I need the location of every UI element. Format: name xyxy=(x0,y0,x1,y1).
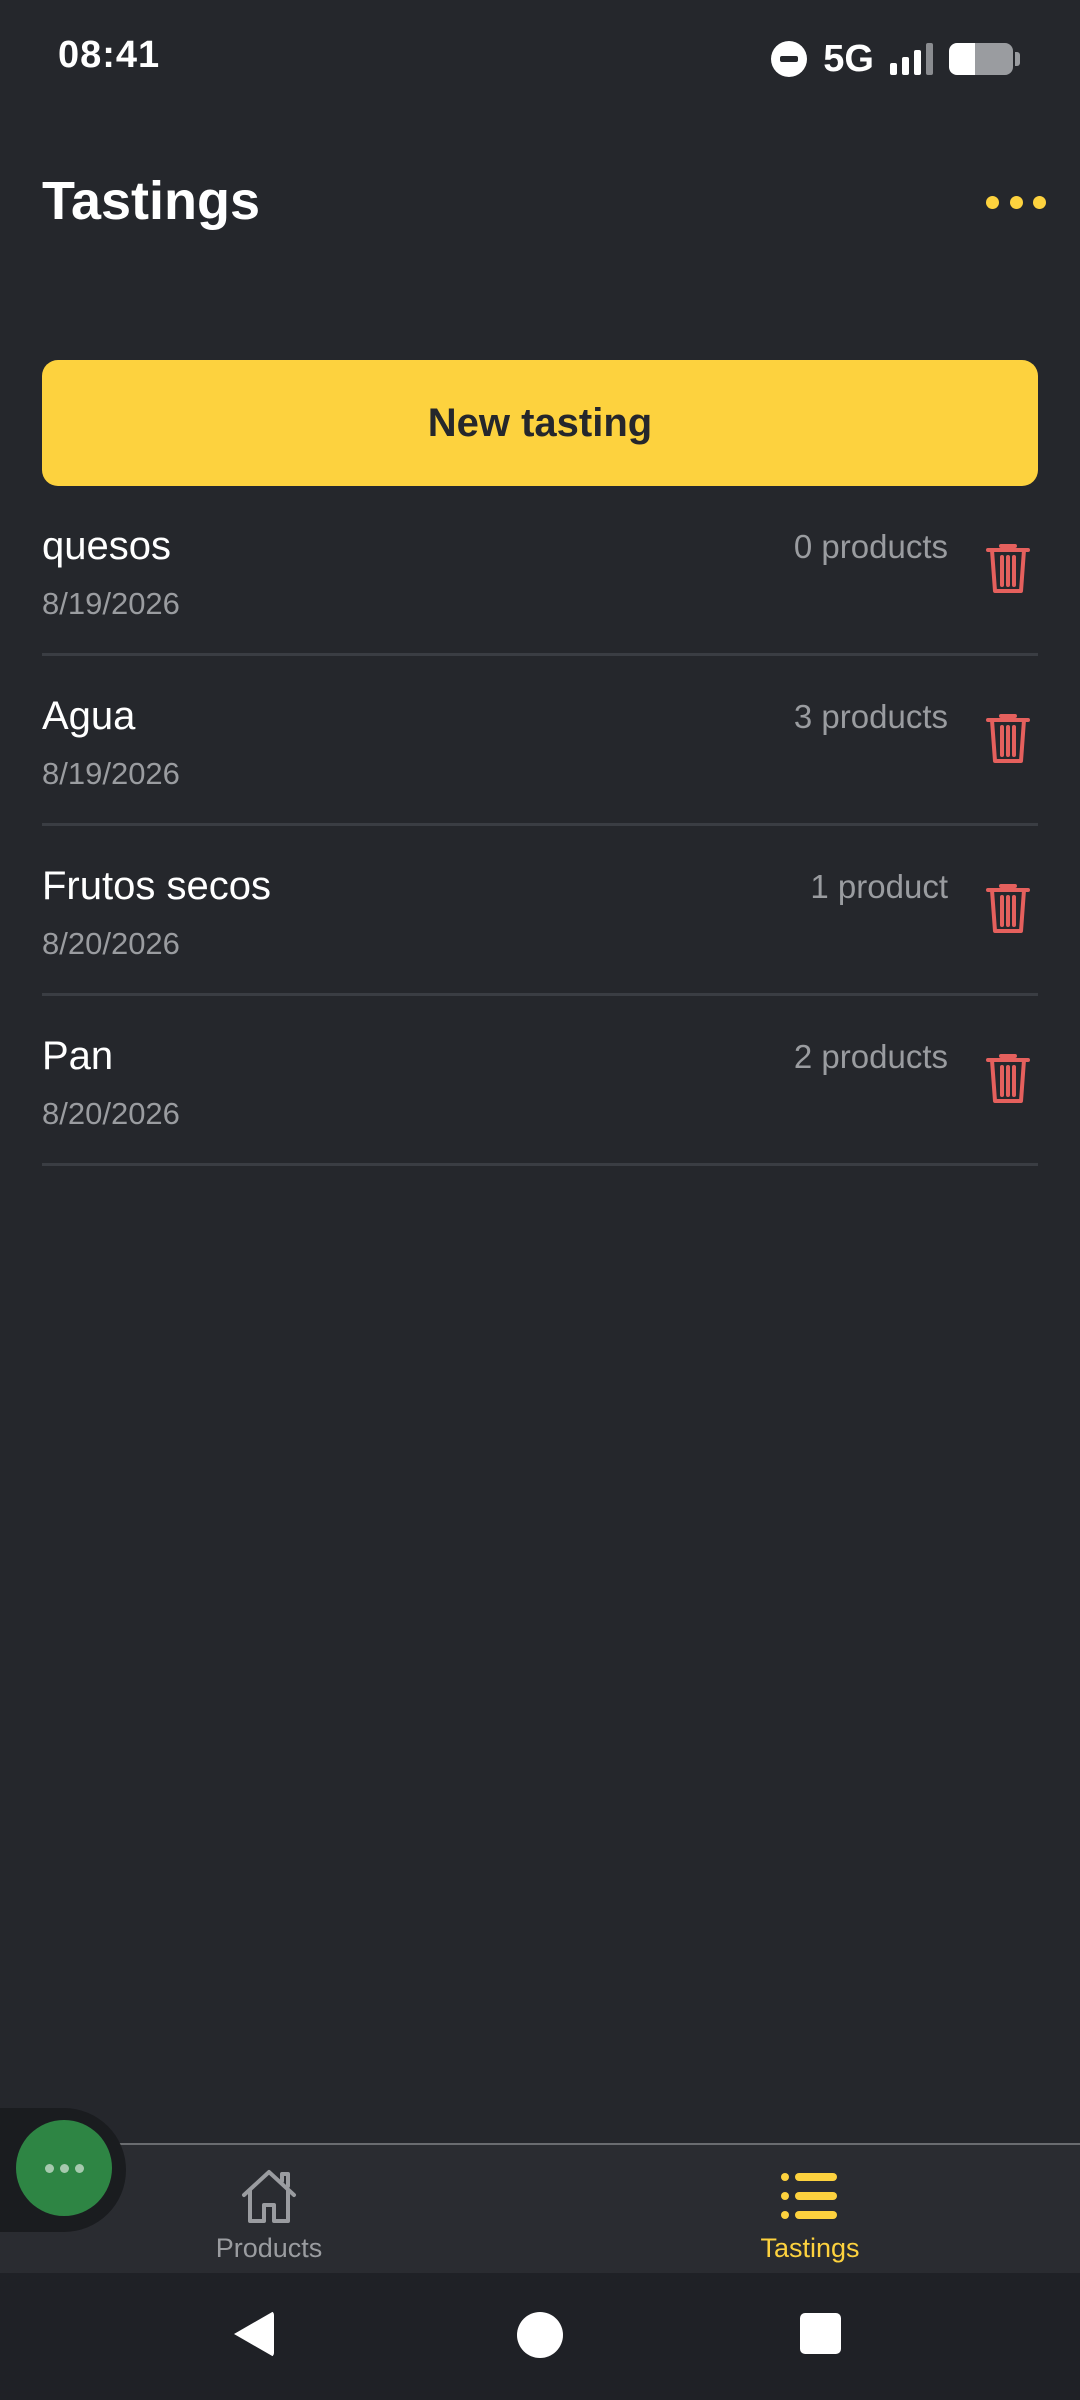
delete-button[interactable] xyxy=(978,706,1038,770)
tasting-name: Pan xyxy=(42,1034,114,1078)
page-title: Tastings xyxy=(42,171,261,231)
tasting-date: 8/19/2026 xyxy=(42,586,180,621)
tab-label: Products xyxy=(215,2233,323,2263)
tab-products[interactable]: Products xyxy=(119,2145,419,2273)
tasting-date: 8/19/2026 xyxy=(42,756,180,791)
tasting-date: 8/20/2026 xyxy=(42,926,180,961)
network-type: 5G xyxy=(823,37,874,80)
new-tasting-button[interactable]: New tasting xyxy=(42,360,1038,486)
product-count: 0 products xyxy=(793,528,948,565)
signal-strength-icon xyxy=(890,43,933,75)
product-count: 2 products xyxy=(793,1038,948,1075)
tasting-list: quesos 8/19/2026 0 products Agua 8/19/20… xyxy=(42,486,1038,1166)
battery-tip xyxy=(1015,52,1020,66)
delete-button[interactable] xyxy=(978,876,1038,940)
home-circle-icon[interactable] xyxy=(517,2312,563,2358)
tasting-name: Agua xyxy=(42,694,136,738)
tasting-name: Frutos secos xyxy=(42,864,271,908)
back-icon[interactable] xyxy=(234,2311,274,2357)
delete-button[interactable] xyxy=(978,536,1038,600)
do-not-disturb-icon xyxy=(771,41,808,77)
tasting-date: 8/20/2026 xyxy=(42,1096,180,1131)
trash-icon xyxy=(986,884,1030,933)
battery-icon xyxy=(949,43,1013,75)
more-horizontal-icon xyxy=(986,195,999,209)
status-time: 08:41 xyxy=(58,34,161,76)
bottom-tab-bar: Products Tastings xyxy=(0,2143,1080,2273)
list-item[interactable]: Frutos secos 8/20/2026 1 product xyxy=(42,826,1038,996)
system-navigation-bar xyxy=(0,2273,1080,2400)
list-icon xyxy=(781,2173,837,2219)
home-icon xyxy=(242,2170,296,2223)
battery-level xyxy=(949,43,975,75)
tab-tastings[interactable]: Tastings xyxy=(660,2145,960,2273)
status-icons: 5G xyxy=(771,36,1020,82)
trash-icon xyxy=(986,1054,1030,1103)
tasting-name: quesos xyxy=(42,524,171,568)
product-count: 1 product xyxy=(810,868,948,905)
trash-icon xyxy=(986,714,1030,763)
recents-icon[interactable] xyxy=(800,2313,841,2354)
trash-icon xyxy=(986,544,1030,593)
list-item[interactable]: Pan 8/20/2026 2 products xyxy=(42,996,1038,1166)
tab-label: Tastings xyxy=(760,2233,860,2263)
more-options-button[interactable] xyxy=(986,180,1046,224)
list-item[interactable]: Agua 8/19/2026 3 products xyxy=(42,656,1038,826)
delete-button[interactable] xyxy=(978,1046,1038,1110)
product-count: 3 products xyxy=(793,698,948,735)
list-item[interactable]: quesos 8/19/2026 0 products xyxy=(42,486,1038,656)
assistive-menu-button[interactable] xyxy=(16,2120,112,2216)
status-bar: 08:41 5G xyxy=(0,0,1080,118)
more-horizontal-icon xyxy=(44,2163,54,2173)
